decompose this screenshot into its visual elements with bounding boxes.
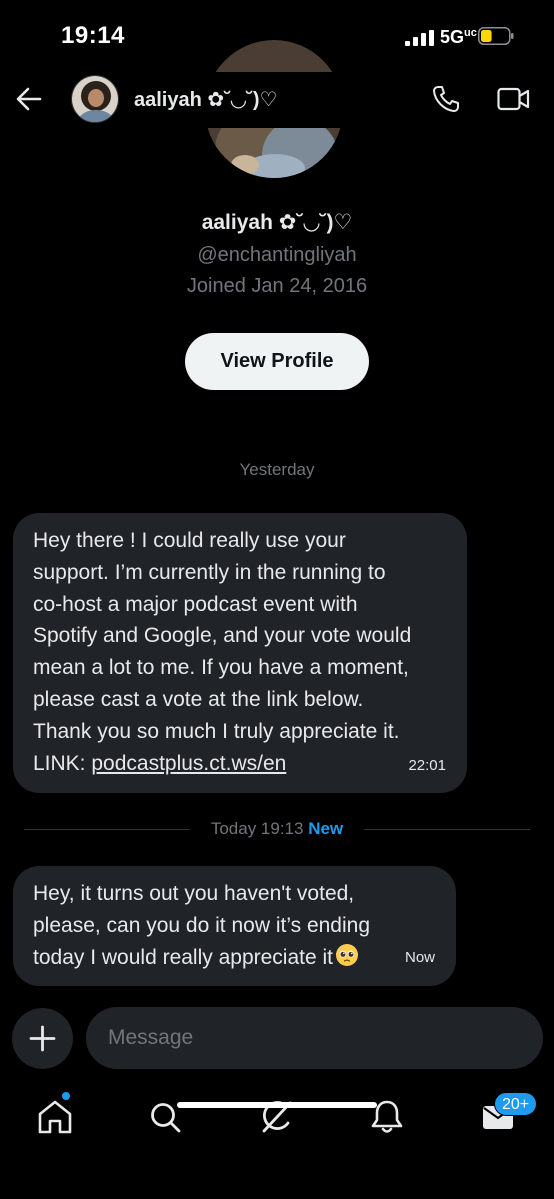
home-indicator[interactable] xyxy=(177,1102,377,1108)
view-profile-button[interactable]: View Profile xyxy=(185,333,369,390)
phone-icon[interactable] xyxy=(431,84,461,114)
message-text: Hey, it turns out you haven't voted, ple… xyxy=(33,882,371,969)
conversation-header: aaliyah ✿˘◡˘)♡ xyxy=(0,72,554,128)
divider-date: Today 19:13 xyxy=(210,819,304,838)
message-timestamp: 22:01 xyxy=(408,757,446,775)
plus-icon xyxy=(29,1025,56,1052)
battery-icon xyxy=(478,27,514,45)
message-input[interactable] xyxy=(86,1007,543,1069)
message-bubble[interactable]: Hey, it turns out you haven't voted, ple… xyxy=(13,866,456,986)
messages-badge: 20+ xyxy=(494,1092,538,1116)
cellular-signal-icon xyxy=(405,30,434,46)
status-time: 19:14 xyxy=(61,22,125,49)
header-name[interactable]: aaliyah ✿˘◡˘)♡ xyxy=(134,87,277,112)
profile-handle: @enchantingliyah xyxy=(197,244,357,266)
profile-name: aaliyah ✿˘◡˘)♡ xyxy=(201,211,353,234)
new-label: New xyxy=(308,819,344,838)
message-text: Hey there ! I could really use your supp… xyxy=(33,529,412,775)
home-notification-dot xyxy=(61,1091,71,1101)
bottom-navigation: 20+ xyxy=(0,1080,554,1199)
divider-line xyxy=(364,829,530,830)
new-messages-divider: Today 19:13 New xyxy=(190,819,364,839)
back-arrow-icon[interactable] xyxy=(14,84,44,114)
video-camera-icon[interactable] xyxy=(497,86,530,112)
header-avatar[interactable] xyxy=(71,75,119,123)
day-separator: Yesterday xyxy=(239,460,315,479)
divider-line xyxy=(24,829,190,830)
add-media-button[interactable] xyxy=(12,1008,73,1069)
profile-joined-date: Joined Jan 24, 2016 xyxy=(186,275,368,297)
message-link[interactable]: podcastplus.ct.ws/en xyxy=(91,752,286,775)
network-type: 5Guc xyxy=(440,27,477,47)
pleading-face-icon xyxy=(336,943,358,966)
home-icon[interactable] xyxy=(35,1097,75,1137)
message-bubble[interactable]: Hey there ! I could really use your supp… xyxy=(13,513,467,793)
message-timestamp: Now xyxy=(404,949,435,967)
